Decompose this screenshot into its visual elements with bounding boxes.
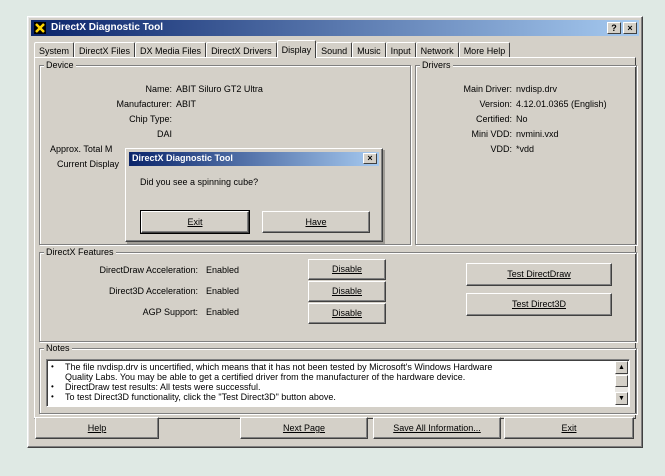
vdd-label: VDD: <box>490 144 512 154</box>
exit-button[interactable]: Exit <box>504 417 634 439</box>
title-bar[interactable]: DirectX Diagnostic Tool ? × <box>31 20 639 36</box>
tab-music[interactable]: Music <box>352 42 386 58</box>
tab-network[interactable]: Network <box>415 42 459 58</box>
notes-scrollbar[interactable]: ▲ ▼ <box>615 361 628 405</box>
test-direct3d-label: Test Direct3D <box>511 299 566 309</box>
dialog-close-icon[interactable]: × <box>363 153 377 164</box>
manufacturer-label: Manufacturer: <box>116 99 172 109</box>
notes-textbox[interactable]: • The file nvdisp.drv is uncertified, wh… <box>46 359 630 407</box>
tab-dx-media-files[interactable]: DX Media Files <box>135 42 207 58</box>
main-driver-value: nvdisp.drv <box>516 84 558 94</box>
mini-vdd-value: nvmini.vxd <box>516 129 559 139</box>
directx-app-icon <box>34 22 46 34</box>
tab-display[interactable]: Display <box>276 40 317 58</box>
mini-vdd-label: Mini VDD: <box>471 129 512 139</box>
dialog-exit-button[interactable]: Exit <box>140 210 250 234</box>
save-all-label: Save All Information... <box>393 423 481 433</box>
device-legend: Device <box>44 60 76 70</box>
note-line-2: Quality Labs. You may be able to get a c… <box>65 372 466 382</box>
tab-system[interactable]: System <box>34 42 75 58</box>
spinning-cube-dialog: DirectX Diagnostic Tool × Did you see a … <box>125 148 383 242</box>
drivers-legend: Drivers <box>420 60 453 70</box>
dialog-exit-label: Exit <box>187 217 203 227</box>
version-value: 4.12.01.0365 (English) <box>516 99 607 109</box>
dialog-have-label: Have <box>305 217 327 227</box>
d3d-accel-label: Direct3D Acceleration: <box>108 286 198 296</box>
device-name-value: ABIT Siluro GT2 Ultra <box>176 84 263 94</box>
tab-directx-drivers[interactable]: DirectX Drivers <box>206 42 277 58</box>
note-bullet: • <box>51 382 54 391</box>
tab-sound[interactable]: Sound <box>316 42 353 58</box>
chip-type-label: Chip Type: <box>129 114 172 124</box>
help-bottom-button[interactable]: Help <box>35 417 159 439</box>
ddraw-accel-label: DirectDraw Acceleration: <box>99 265 198 275</box>
note-line-4: To test Direct3D functionality, click th… <box>65 392 336 402</box>
test-directdraw-label: Test DirectDraw <box>507 269 571 279</box>
d3d-disable-label: Disable <box>331 286 362 296</box>
help-button[interactable]: ? <box>607 22 621 34</box>
dialog-question: Did you see a spinning cube? <box>140 177 259 187</box>
scroll-up-icon[interactable]: ▲ <box>615 361 628 374</box>
note-line-1: The file nvdisp.drv is uncertified, whic… <box>65 362 493 372</box>
dialog-title-bar[interactable]: DirectX Diagnostic Tool × <box>129 152 379 166</box>
tab-directx-files[interactable]: DirectX Files <box>74 42 136 58</box>
next-page-button[interactable]: Next Page <box>240 417 368 439</box>
note-line-3: DirectDraw test results: All tests were … <box>65 382 261 392</box>
display-mode-label: Current Display <box>57 159 120 169</box>
directx-features-group: DirectX Features DirectDraw Acceleration… <box>39 247 637 342</box>
agp-disable-label: Disable <box>331 308 362 318</box>
note-bullet: • <box>51 392 54 401</box>
window-title: DirectX Diagnostic Tool <box>51 22 164 33</box>
dialog-title: DirectX Diagnostic Tool <box>132 153 233 163</box>
device-name-label: Name: <box>145 84 172 94</box>
test-directdraw-button[interactable]: Test DirectDraw <box>466 263 612 286</box>
tab-more-help[interactable]: More Help <box>458 42 511 58</box>
version-label: Version: <box>479 99 512 109</box>
scroll-thumb[interactable] <box>615 375 628 387</box>
agp-support-value: Enabled <box>206 307 240 317</box>
notes-group: Notes • The file nvdisp.drv is uncertifi… <box>39 343 637 414</box>
d3d-disable-button[interactable]: Disable <box>308 281 386 302</box>
note-bullet: • <box>51 362 54 371</box>
help-bottom-label: Help <box>87 423 107 433</box>
features-legend: DirectX Features <box>44 247 116 257</box>
save-all-information-button[interactable]: Save All Information... <box>373 417 501 439</box>
scroll-down-icon[interactable]: ▼ <box>615 392 628 405</box>
tab-input[interactable]: Input <box>385 42 416 58</box>
exit-label: Exit <box>561 423 577 433</box>
d3d-accel-value: Enabled <box>206 286 240 296</box>
total-memory-label: Approx. Total M <box>50 144 113 154</box>
agp-support-label: AGP Support: <box>142 307 198 317</box>
notes-legend: Notes <box>44 343 72 353</box>
certified-value: No <box>516 114 528 124</box>
next-page-label: Next Page <box>282 423 326 433</box>
ddraw-accel-value: Enabled <box>206 265 240 275</box>
ddraw-disable-label: Disable <box>331 264 362 274</box>
main-driver-label: Main Driver: <box>463 84 512 94</box>
agp-disable-button[interactable]: Disable <box>308 303 386 324</box>
ddraw-disable-button[interactable]: Disable <box>308 259 386 280</box>
tab-strip: System DirectX Files DX Media Files Dire… <box>34 40 636 58</box>
drivers-group: Drivers Main Driver: nvdisp.drv Version:… <box>415 60 637 245</box>
close-button[interactable]: × <box>623 22 637 34</box>
vdd-value: *vdd <box>516 144 535 154</box>
manufacturer-value: ABIT <box>176 99 197 109</box>
certified-label: Certified: <box>475 114 512 124</box>
dac-type-label: DAI <box>156 129 172 139</box>
test-direct3d-button[interactable]: Test Direct3D <box>466 293 612 316</box>
dialog-have-button[interactable]: Have <box>262 211 370 233</box>
